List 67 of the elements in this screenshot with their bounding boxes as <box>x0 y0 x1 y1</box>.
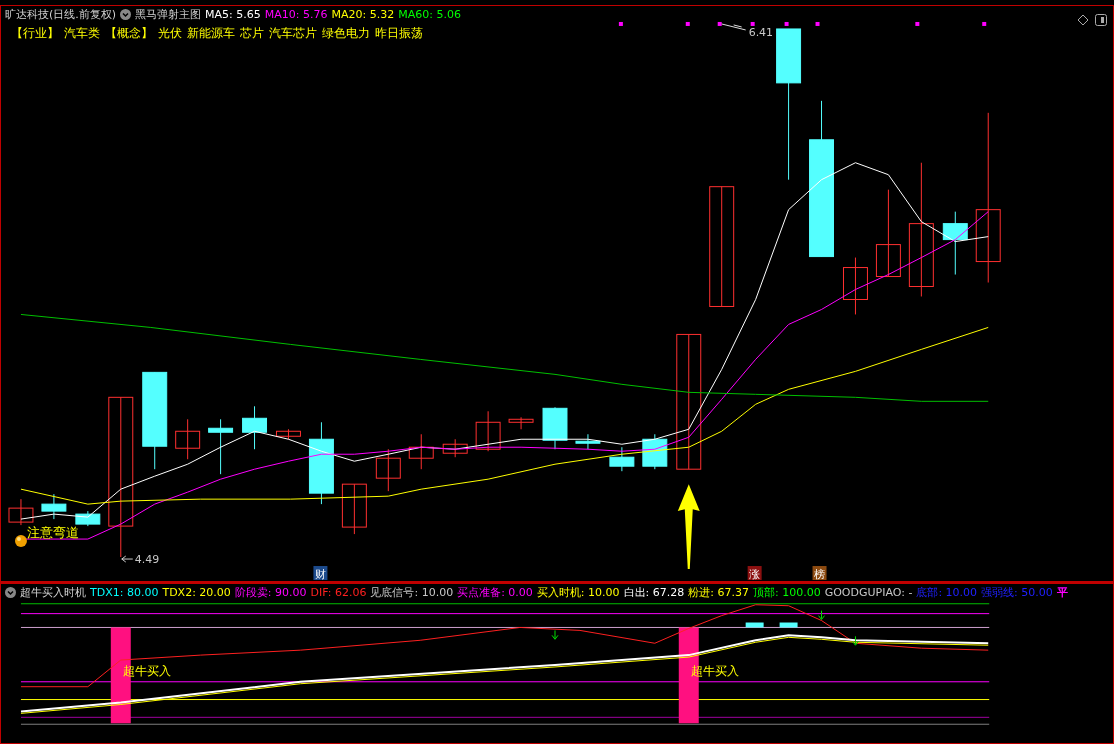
indicator-value: 粉进: 67.37 <box>688 585 749 600</box>
indicator-value: 白出: 67.28 <box>623 585 685 600</box>
moving-average-value: MA10: 5.76 <box>264 8 328 21</box>
concept-tag: 汽车芯片 <box>269 25 317 42</box>
candlestick <box>475 410 501 452</box>
candlestick <box>442 438 468 458</box>
candlestick <box>341 483 367 535</box>
concept-tag: 昨日振荡 <box>375 25 423 42</box>
indicator-value: TDX1: 80.00 <box>90 586 159 599</box>
moving-average-value: MA5: 5.65 <box>205 8 261 21</box>
indicator-value: 买点准备: 0.00 <box>457 585 533 600</box>
candlestick <box>41 493 67 520</box>
candlestick <box>8 498 34 526</box>
indicator-value: TDX2: 20.00 <box>162 586 231 599</box>
candlestick <box>508 416 534 430</box>
low-arrow-icon <box>121 555 134 563</box>
indicator-value: 底部: 10.00 <box>916 585 978 600</box>
candlestick <box>242 405 267 450</box>
diamond-icon[interactable] <box>1077 14 1089 26</box>
candlestick <box>843 257 868 315</box>
badge: 涨 <box>747 566 762 581</box>
indicator-name: 超牛买入时机 <box>20 585 86 600</box>
indicator-value: 强弱线: 50.00 <box>981 585 1053 600</box>
candlestick <box>609 446 635 472</box>
indicator-value: 阶段卖: 90.00 <box>234 585 307 600</box>
down-arrow-icon <box>851 635 859 646</box>
dropdown-icon[interactable] <box>120 9 132 20</box>
top-bars-drawing <box>745 622 798 628</box>
candlestick <box>375 448 401 492</box>
indicator-name: 黑马弹射主图 <box>135 7 202 22</box>
up-arrow-icon <box>677 484 700 569</box>
low-price-label: 4.49 <box>134 553 160 567</box>
candlestick <box>276 428 301 440</box>
concept-tag: 光伏 <box>158 25 182 42</box>
concept-tag: 绿色电力 <box>322 25 370 42</box>
indicator-value: GOODGUPIAO: - <box>824 586 913 599</box>
candlestick <box>175 418 201 460</box>
badge: 榜 <box>812 566 827 581</box>
concept-tag: 新能源车 <box>187 25 235 42</box>
candlestick <box>542 406 568 450</box>
candlestick <box>75 510 101 527</box>
concept-tag: 【行业】 <box>11 25 59 42</box>
indicator-value: 买入时机: 10.00 <box>536 585 620 600</box>
concept-tag: 芯片 <box>240 25 264 42</box>
moving-average-value: MA20: 5.32 <box>331 8 395 21</box>
down-arrow-icon <box>818 610 825 621</box>
badge: 财 <box>313 566 328 581</box>
warning-label: 注意弯道 <box>26 525 79 541</box>
candlestick <box>408 433 434 470</box>
high-arrow-icon <box>721 23 747 31</box>
panel-toggle-icon[interactable] <box>1095 14 1107 26</box>
candlestick <box>575 433 601 450</box>
concept-tag: 汽车类 <box>64 25 100 42</box>
indicator-value: DIF: 62.06 <box>310 586 367 599</box>
moving-average-value: MA60: 5.06 <box>398 8 461 21</box>
high-price-label: 6.41 <box>748 25 774 39</box>
candlestick <box>642 433 668 470</box>
stock-title: 旷达科技(日线.前复权) <box>5 7 117 22</box>
down-arrow-icon <box>551 629 559 640</box>
dropdown-icon[interactable] <box>5 587 16 598</box>
indicator-value: 见底信号: 10.00 <box>370 585 454 600</box>
indicator-value: 平 <box>1056 585 1068 600</box>
candlestick <box>208 418 234 475</box>
candlestick <box>942 211 968 276</box>
concept-tag: 【概念】 <box>105 25 153 42</box>
indicator-value: 顶部: 100.00 <box>752 585 821 600</box>
fruit-icon <box>14 535 27 548</box>
